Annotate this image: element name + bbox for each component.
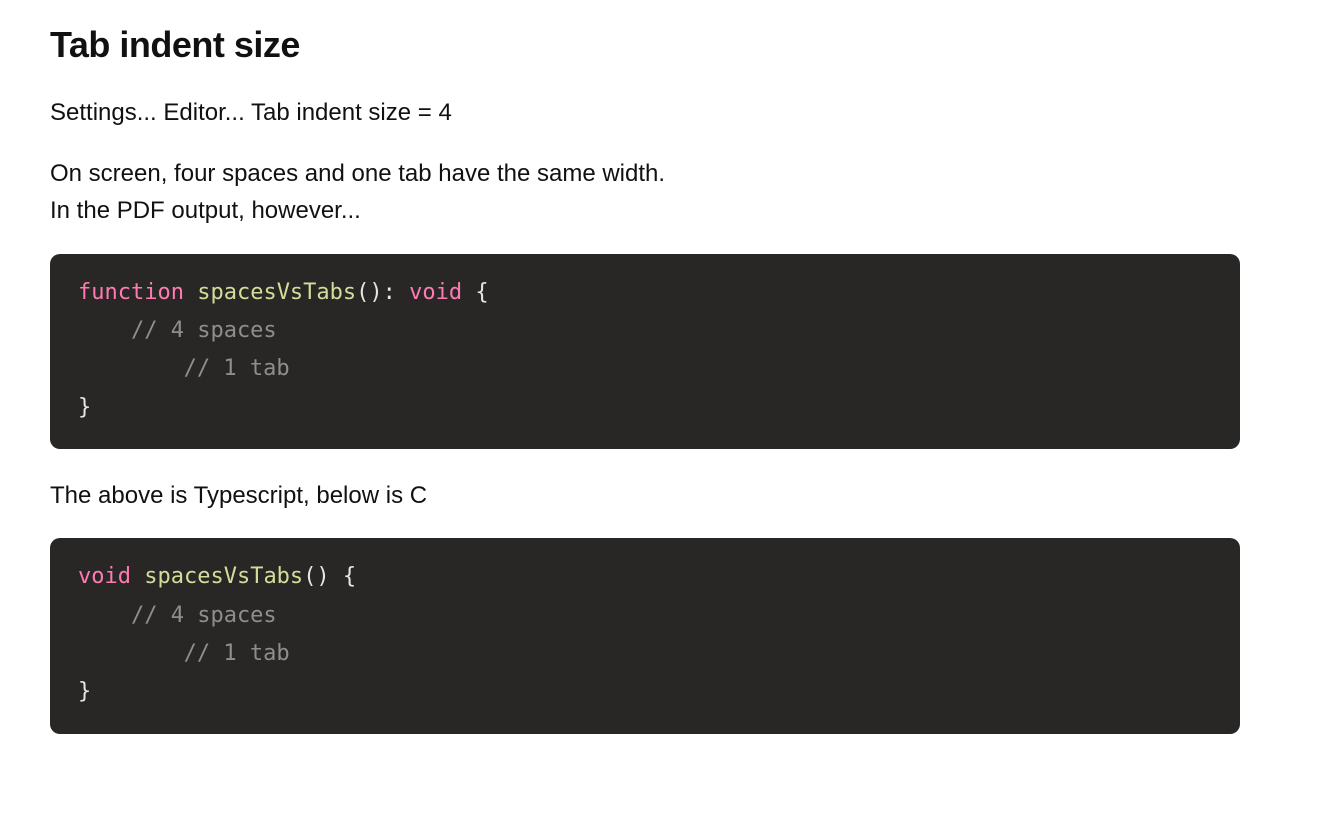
c-close-brace: } <box>78 679 91 704</box>
section-heading: Tab indent size <box>50 24 1240 66</box>
c-comment-4-spaces: // 4 spaces <box>78 603 277 628</box>
code-c: void spacesVsTabs() { // 4 spaces // 1 t… <box>78 564 356 704</box>
ts-return-type: void <box>409 280 462 305</box>
ts-parens: () <box>356 280 383 305</box>
ts-open-brace: { <box>462 280 489 305</box>
document-body: Tab indent size Settings... Editor... Ta… <box>0 0 1290 822</box>
ts-close-brace: } <box>78 395 91 420</box>
desc-line-1: On screen, four spaces and one tab have … <box>50 160 665 187</box>
ts-keyword-function: function <box>78 280 184 305</box>
paragraph-settings-path: Settings... Editor... Tab indent size = … <box>50 94 1240 131</box>
paragraph-between-code: The above is Typescript, below is C <box>50 477 1240 514</box>
desc-line-2: In the PDF output, however... <box>50 197 361 224</box>
ts-comment-1-tab: // 1 tab <box>78 356 290 381</box>
code-block-c: void spacesVsTabs() { // 4 spaces // 1 t… <box>50 538 1240 734</box>
ts-comment-4-spaces: // 4 spaces <box>78 318 277 343</box>
c-function-name: spacesVsTabs <box>144 564 303 589</box>
code-block-typescript: function spacesVsTabs(): void { // 4 spa… <box>50 254 1240 450</box>
paragraph-description: On screen, four spaces and one tab have … <box>50 155 1240 229</box>
code-ts: function spacesVsTabs(): void { // 4 spa… <box>78 280 489 420</box>
c-parens-brace: () { <box>303 564 356 589</box>
ts-function-name: spacesVsTabs <box>197 280 356 305</box>
c-comment-1-tab: // 1 tab <box>78 641 290 666</box>
ts-colon: : <box>383 280 410 305</box>
c-return-type: void <box>78 564 131 589</box>
c-space <box>131 564 144 589</box>
